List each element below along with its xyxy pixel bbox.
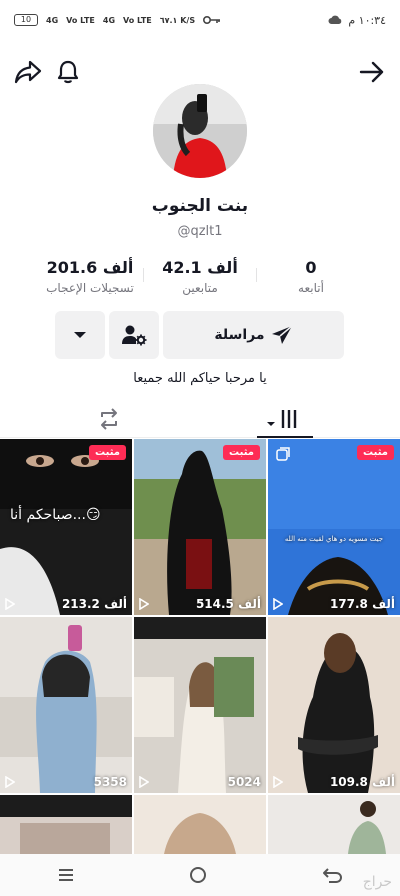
multi-image-icon (276, 447, 290, 461)
view-count-value: 514.5 ألف (195, 597, 261, 611)
view-count-value: 177.8 ألف (329, 597, 395, 611)
back-icon[interactable] (321, 867, 343, 883)
view-count-value: 5358 (93, 775, 127, 789)
volte-1-label: Vo LTE (66, 15, 95, 25)
stat-likes[interactable]: 201.6 ألف تسجيلات الإعجاب (30, 258, 150, 295)
view-count: 213.2 ألف (5, 597, 127, 611)
play-icon (139, 598, 149, 610)
network-1-label: 4G (46, 15, 59, 25)
status-right: ١٠:٣٤ م (328, 14, 386, 27)
system-navigation-bar: حراج (0, 854, 400, 896)
view-count: 109.8 ألف (273, 775, 395, 789)
content-tabs (0, 400, 400, 438)
network-indicator-2: 4G (103, 16, 115, 25)
likes-count: 201.6 ألف (46, 258, 134, 277)
stat-following[interactable]: 0 أتابعه (251, 258, 371, 295)
pinned-badge: مثبت (357, 445, 394, 460)
watermark: حراج (362, 874, 392, 890)
grid-icon (267, 410, 297, 428)
view-count-value: 5024 (227, 775, 261, 789)
stat-followers[interactable]: 42.1 ألف متابعين (140, 258, 260, 295)
view-count: 5024 (139, 775, 261, 789)
view-count-value: 109.8 ألف (329, 775, 395, 789)
profile-stats: 0 أتابعه 42.1 ألف متابعين 201.6 ألف تسجي… (0, 258, 400, 302)
key-icon (203, 16, 221, 24)
likes-label: تسجيلات الإعجاب (46, 281, 134, 295)
video-thumbnail[interactable]: 5024 (134, 617, 266, 793)
message-button[interactable]: مراسلة (163, 311, 344, 359)
play-icon (139, 776, 149, 788)
video-caption: جيت مسويه دو هاي لقيت منه الله (284, 535, 384, 543)
active-tab-indicator (257, 436, 313, 438)
speed-indicator: ٦٧.١ K/S (160, 16, 195, 25)
video-grid: مثبت صباحكم أنا...😏 213.2 ألف مثبت 514.5… (0, 439, 400, 854)
speed-label: ٦٧.١ K/S (159, 15, 196, 25)
status-left: 10 4G Vo LTE 4G Vo LTE ٦٧.١ K/S (14, 14, 221, 26)
network-2-label: 4G (102, 15, 116, 25)
follow-settings-button[interactable] (109, 311, 159, 359)
video-thumbnail[interactable]: 5358 (0, 617, 132, 793)
video-thumbnail[interactable] (268, 795, 400, 854)
video-thumbnail[interactable]: 109.8 ألف (268, 617, 400, 793)
battery-icon: 10 (14, 14, 38, 26)
more-dropdown-button[interactable] (55, 311, 105, 359)
user-settings-icon (122, 325, 147, 346)
home-icon[interactable] (189, 866, 207, 884)
profile-name: بنت الجنوب (151, 196, 249, 216)
view-count: 5358 (5, 775, 127, 789)
view-count: 514.5 ألف (139, 597, 261, 611)
video-thumbnail[interactable]: مثبت 514.5 ألف (134, 439, 266, 615)
triangle-down-icon (74, 332, 86, 338)
pinned-badge: مثبت (89, 445, 126, 460)
bell-icon[interactable] (52, 56, 84, 88)
repost-icon (101, 408, 117, 430)
profile-bio: يا مرحبا حياكم الله جميعا (133, 371, 267, 386)
cloud-icon (328, 15, 342, 24)
pinned-badge: مثبت (223, 445, 260, 460)
tab-reposts[interactable] (74, 400, 144, 438)
send-icon (271, 325, 293, 344)
profile-handle: @qzlt1 (177, 224, 223, 239)
video-thumbnail[interactable]: مثبت صباحكم أنا...😏 213.2 ألف (0, 439, 132, 615)
video-thumbnail[interactable]: مثبت جيت مسويه دو هاي لقيت منه الله 177.… (268, 439, 400, 615)
view-count: 177.8 ألف (273, 597, 395, 611)
play-icon (5, 776, 15, 788)
video-caption: صباحكم أنا...😏 (10, 507, 101, 523)
play-icon (5, 598, 15, 610)
share-icon[interactable] (12, 56, 44, 88)
status-bar: 10 4G Vo LTE 4G Vo LTE ٦٧.١ K/S ١٠:٣٤ م (0, 0, 400, 40)
following-label: أتابعه (298, 281, 324, 295)
back-arrow-icon[interactable] (356, 56, 388, 88)
clock: ١٠:٣٤ م (348, 13, 386, 27)
followers-count: 42.1 ألف (162, 258, 238, 277)
video-thumbnail[interactable] (134, 795, 266, 854)
volte-indicator-2: Vo LTE (123, 16, 152, 25)
video-thumbnail[interactable] (0, 795, 132, 854)
play-icon (273, 776, 283, 788)
recent-apps-icon[interactable] (57, 867, 75, 883)
tab-videos[interactable] (250, 400, 320, 438)
network-indicator-1: 4G (46, 16, 58, 25)
avatar[interactable] (153, 84, 247, 178)
message-label: مراسلة (214, 327, 265, 343)
volte-2-label: Vo LTE (123, 15, 152, 25)
view-count-value: 213.2 ألف (61, 597, 127, 611)
followers-label: متابعين (182, 281, 218, 295)
following-count: 0 (305, 258, 317, 277)
play-icon (273, 598, 283, 610)
battery-level: 10 (20, 15, 32, 24)
volte-indicator-1: Vo LTE (66, 16, 95, 25)
